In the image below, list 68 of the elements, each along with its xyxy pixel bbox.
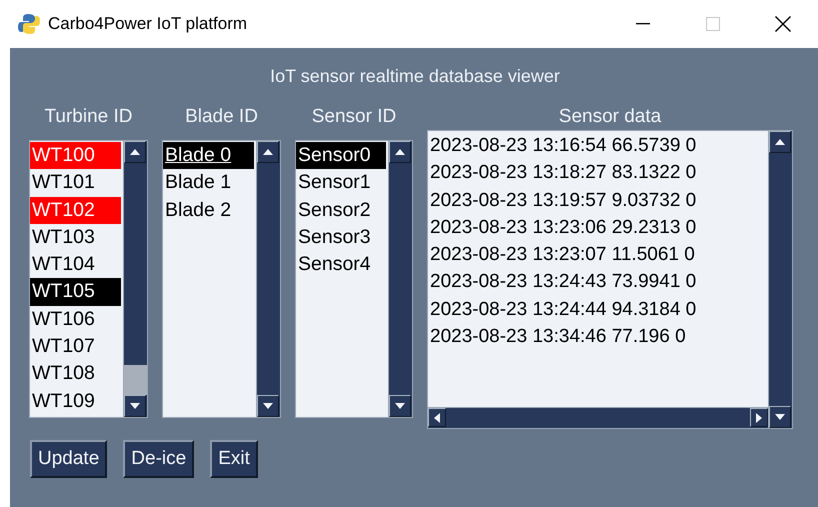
list-item[interactable]: WT109 [30,388,121,415]
arrow-down-icon [130,403,140,409]
arrow-down-icon [395,403,405,409]
arrow-up-icon [775,139,785,145]
list-item[interactable]: Sensor2 [296,196,386,224]
scrollbar[interactable] [123,141,147,417]
list-item[interactable]: Blade 1 [163,169,254,197]
list-item[interactable]: WT101 [30,169,121,197]
arrow-down-icon [775,414,785,420]
list-item[interactable]: WT105 [30,278,121,306]
column-header: Sensor data [558,106,662,129]
data-row-text: 2023-08-23 13:23:06 29.2313 0 [429,216,698,240]
list-item[interactable]: WT100 [30,142,121,170]
column-header: Sensor ID [312,106,396,129]
arrow-up-icon [395,149,405,155]
list-item[interactable]: Sensor1 [296,169,386,197]
column-header: Turbine ID [44,106,132,129]
list-item[interactable]: WT103 [30,224,121,252]
scroll-left-button[interactable] [428,408,446,427]
scroll-down-button[interactable] [389,395,411,417]
list-item[interactable]: WT102 [30,196,121,224]
minimize-icon [636,23,650,25]
window-title: Carbo4Power IoT platform [48,14,248,34]
scrollbar[interactable] [256,141,280,417]
action-button[interactable]: Update [30,440,108,478]
list-item[interactable]: Sensor4 [296,251,386,278]
maximize-icon [706,17,720,31]
scrollbar[interactable] [388,141,412,417]
scroll-right-button[interactable] [750,408,768,427]
horizontal-scrollbar[interactable] [428,407,768,428]
arrow-down-icon [263,403,273,409]
action-button[interactable]: De-ice [123,440,194,478]
list-item[interactable]: WT108 [30,360,121,388]
data-row-text: 2023-08-23 13:24:44 94.3184 0 [429,298,698,322]
list-item[interactable]: WT104 [30,251,121,278]
arrow-up-icon [130,149,140,155]
scroll-up-button[interactable] [769,131,791,153]
scroll-up-button[interactable] [257,141,279,163]
scroll-down-button[interactable] [257,395,279,417]
data-row-text: 2023-08-23 13:23:07 11.5061 0 [429,243,696,268]
action-button[interactable]: Exit [210,440,258,478]
scroll-down-button[interactable] [769,406,791,428]
data-row-text: 2023-08-23 13:18:27 83.1322 0 [429,161,698,186]
list-box[interactable]: Blade 0 Blade 1 Blade 2 [163,141,256,417]
arrow-left-icon [434,412,440,422]
data-row-text: 2023-08-23 13:16:54 66.5739 0 [429,134,698,158]
list-item[interactable]: Blade 0 [163,142,254,170]
scrollbar-thumb[interactable] [124,365,147,395]
arrow-up-icon [263,149,273,155]
list-box[interactable]: WT100 WT101 WT102 WT103 WT104 WT105 WT106 WT107 WT108 WT109 [30,141,123,417]
data-row-text: 2023-08-23 13:19:57 9.03732 0 [429,188,698,213]
scrollbar[interactable] [768,131,792,428]
list-item[interactable]: Blade 2 [163,196,254,224]
list-item[interactable]: Sensor3 [296,224,386,252]
list-item[interactable]: Sensor0 [296,142,386,170]
column-header: Blade ID [185,106,258,129]
scroll-up-button[interactable] [124,141,146,163]
data-row-text: 2023-08-23 13:24:43 73.9941 0 [429,270,698,294]
snake-logo-icon [18,13,40,35]
scroll-down-button[interactable] [124,395,146,417]
list-item[interactable]: WT106 [30,306,121,334]
scroll-up-button[interactable] [389,141,411,163]
close-icon [775,16,791,32]
list-item[interactable]: WT107 [30,333,121,360]
arrow-right-icon [756,412,762,422]
data-row-text: 2023-08-23 13:34:46 77.196 0 [429,325,687,350]
list-box[interactable]: Sensor0 Sensor1 Sensor2 Sensor3 Sensor4 [296,141,388,417]
page-heading: IoT sensor realtime database viewer [270,66,560,87]
